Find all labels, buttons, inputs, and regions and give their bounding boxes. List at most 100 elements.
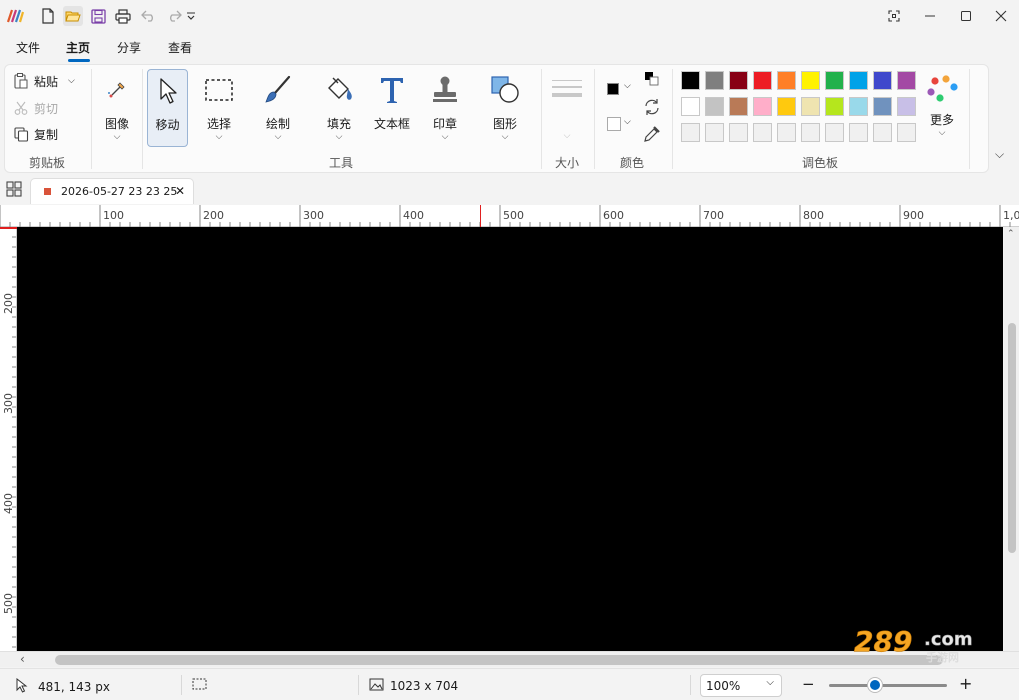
palette-swatch[interactable] (753, 123, 772, 142)
palette-swatch[interactable] (897, 71, 916, 90)
open-folder-icon[interactable] (63, 6, 83, 26)
close-icon[interactable] (983, 0, 1019, 32)
app-logo-icon (6, 6, 26, 26)
tool-fill[interactable]: 填充 ⌵ (315, 69, 363, 147)
close-tab-icon[interactable]: ✕ (175, 184, 185, 198)
palette-swatch[interactable] (705, 71, 724, 90)
colors-group-label: 颜色 (619, 156, 644, 170)
palette-swatch[interactable] (849, 71, 868, 90)
zoom-out-icon[interactable]: − (802, 675, 815, 693)
palette-swatch[interactable] (873, 123, 892, 142)
palette-swatch[interactable] (873, 97, 892, 116)
ruler-label: 700 (703, 209, 724, 222)
palette-swatch[interactable] (801, 97, 820, 116)
copy-button[interactable]: 复制 (13, 124, 58, 144)
title-bar (0, 0, 1019, 32)
ribbon-collapse-chevron-icon[interactable]: ⌵ (995, 147, 1004, 162)
palette-swatch[interactable] (777, 71, 796, 90)
grid-view-icon[interactable] (6, 181, 22, 197)
palette-swatch[interactable] (777, 123, 796, 142)
more-colors-label: 更多 (929, 113, 954, 127)
tool-draw[interactable]: 绘制 ⌵ (254, 69, 302, 147)
tool-select[interactable]: 选择 ⌵ (195, 69, 243, 147)
unsaved-indicator-icon (44, 188, 51, 195)
palette-swatch[interactable] (801, 123, 820, 142)
paste-icon (13, 73, 29, 89)
palette-swatch[interactable] (705, 97, 724, 116)
customize-chevron-icon[interactable] (184, 6, 198, 26)
palette-swatch[interactable] (729, 123, 748, 142)
zoom-select[interactable]: 100% ⌵ (700, 674, 782, 697)
redo-icon[interactable] (164, 6, 184, 26)
save-icon[interactable] (88, 6, 108, 26)
watermark-logo: 289 .com 手游网 (850, 620, 1000, 664)
image-dimensions-text: 1023 x 704 (390, 679, 459, 693)
scroll-left-icon[interactable]: ‹ (20, 652, 25, 666)
svg-text:.com: .com (924, 629, 973, 650)
tool-shapes[interactable]: 图形 ⌵ (481, 69, 529, 147)
zoom-in-icon[interactable]: + (959, 674, 972, 693)
tool-stamp[interactable]: 印章 ⌵ (421, 69, 469, 147)
tool-textbox[interactable]: 文本框 (367, 69, 417, 147)
image-button[interactable]: 图像 ⌵ (93, 69, 141, 147)
tool-move[interactable]: 移动 (147, 69, 188, 147)
vertical-scroll-thumb[interactable] (1008, 323, 1016, 553)
palette-swatch[interactable] (753, 97, 772, 116)
palette-swatch[interactable] (777, 97, 796, 116)
document-tab-title: 2026-05-27 23 23 25 (61, 185, 178, 198)
palette-swatch[interactable] (705, 123, 724, 142)
menu-tab-file[interactable]: 文件 (16, 39, 40, 56)
undo-icon[interactable] (139, 6, 159, 26)
color-swap-small-icon[interactable] (644, 71, 660, 87)
palette-swatch[interactable] (825, 123, 844, 142)
primary-color[interactable] (607, 83, 619, 95)
new-file-icon[interactable] (38, 6, 58, 26)
palette-swatch[interactable] (729, 71, 748, 90)
horizontal-scroll-thumb[interactable] (55, 655, 943, 665)
vertical-scrollbar[interactable]: ⌃ (1004, 227, 1019, 651)
tool-select-label: 选择 (206, 117, 231, 131)
palette-swatch[interactable] (873, 71, 892, 90)
palette-swatch[interactable] (897, 123, 916, 142)
swap-colors-icon[interactable] (643, 98, 661, 116)
palette-swatch[interactable] (681, 71, 700, 90)
shapes-icon (488, 73, 522, 107)
ruler-label: 800 (803, 209, 824, 222)
menu-tab-home[interactable]: 主页 (66, 39, 90, 56)
palette-swatch[interactable] (681, 123, 700, 142)
tool-stamp-label: 印章 (432, 117, 457, 131)
image-size-icon (369, 678, 384, 694)
palette-swatch[interactable] (825, 97, 844, 116)
eyedropper-icon[interactable] (643, 125, 661, 143)
zoom-slider-thumb[interactable] (867, 677, 883, 693)
ruler-label: 300 (2, 393, 15, 414)
palette-swatch[interactable] (849, 123, 868, 142)
fullscreen-icon[interactable] (876, 0, 912, 32)
secondary-color-chevron-icon[interactable]: ⌵ (624, 117, 631, 127)
palette-swatch[interactable] (681, 97, 700, 116)
palette-swatch[interactable] (801, 71, 820, 90)
cut-button[interactable]: 剪切 (13, 98, 58, 118)
secondary-color[interactable] (607, 117, 621, 131)
palette-swatch[interactable] (849, 97, 868, 116)
print-icon[interactable] (113, 6, 133, 26)
palette-swatch[interactable] (729, 97, 748, 116)
maximize-icon[interactable] (948, 0, 984, 32)
more-colors-button[interactable]: 更多 ⌵ (919, 69, 965, 147)
palette-swatch[interactable] (753, 71, 772, 90)
menu-tab-share[interactable]: 分享 (117, 39, 141, 56)
primary-color-chevron-icon[interactable]: ⌵ (624, 81, 631, 91)
scroll-up-icon[interactable]: ⌃ (1007, 229, 1015, 239)
paste-button[interactable]: 粘贴 ⌵ (13, 71, 75, 91)
palette-swatch[interactable] (897, 97, 916, 116)
copy-icon (13, 126, 29, 142)
palette-swatch[interactable] (825, 71, 844, 90)
minimize-icon[interactable] (912, 0, 948, 32)
menu-tab-view[interactable]: 查看 (168, 39, 192, 56)
status-bar: 481, 143 px 1023 x 704 100% ⌵ − + (0, 668, 1019, 700)
zoom-slider-track[interactable] (829, 684, 947, 687)
cursor-marker-horizontal (480, 205, 481, 227)
size-button[interactable]: ⌵ (542, 69, 592, 147)
document-tab[interactable]: 2026-05-27 23 23 25 ✕ (30, 178, 194, 204)
image-canvas[interactable] (17, 227, 1003, 651)
